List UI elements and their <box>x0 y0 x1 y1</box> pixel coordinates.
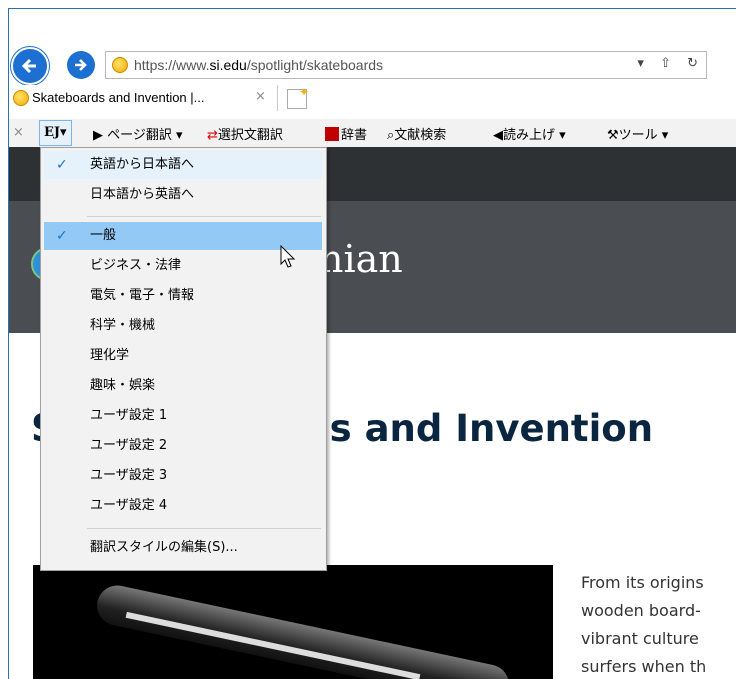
dictionary-button[interactable]: 辞書 <box>325 124 367 143</box>
read-aloud-button[interactable]: ◀読み上げ ▾ <box>493 124 566 143</box>
menu-separator <box>87 216 321 217</box>
address-bar[interactable]: https://www.si.edu/spotlight/skateboards… <box>105 51 707 79</box>
back-button[interactable] <box>11 47 49 85</box>
checkmark-icon: ✓ <box>56 157 68 173</box>
address-url[interactable]: https://www.si.edu/spotlight/skateboards <box>134 57 383 73</box>
address-tools[interactable]: ▾ ⇧ ↻ <box>637 56 704 71</box>
new-tab-icon: ✦ <box>298 85 309 99</box>
tools-label: ツール ▾ <box>618 128 669 143</box>
selection-translate-label: 選択文翻訳 <box>217 128 283 143</box>
dictionary-label: 辞書 <box>341 128 368 143</box>
tools-button[interactable]: ⚒ツール ▾ <box>607 124 668 143</box>
dictionary-icon <box>325 127 339 141</box>
page-translate-label: ▶ ページ翻訳 ▾ <box>93 128 183 143</box>
selection-translate-icon: ⇄ <box>207 128 218 143</box>
direction-dropdown-button[interactable]: EJ▾ <box>39 120 72 146</box>
menu-item-science-machinery[interactable]: 科学・機械 <box>44 312 322 340</box>
menu-item-label: 理化学 <box>90 348 130 363</box>
url-path: /spotlight/skateboards <box>246 57 384 73</box>
menu-item-label: 電気・電子・情報 <box>90 288 195 303</box>
menu-item-edit-style[interactable]: 翻訳スタイルの編集(S)... <box>44 534 322 562</box>
translation-direction-menu: ✓ 英語から日本語へ 日本語から英語へ ✓ 一般 ビジネス・法律 電気・電子・情報 … <box>40 147 327 571</box>
menu-item-label: ユーザ設定 3 <box>90 468 168 483</box>
toolbar-close-button[interactable]: × <box>13 125 24 140</box>
page-translate-button[interactable]: ▶ ページ翻訳 ▾ <box>93 124 183 143</box>
menu-item-label: 翻訳スタイルの編集(S)... <box>90 540 238 555</box>
browser-tab[interactable]: Skateboards and Invention |... × <box>9 85 278 111</box>
checkmark-icon: ✓ <box>56 228 68 244</box>
menu-item-label: 英語から日本語へ <box>90 157 195 172</box>
paragraph-line: vibrant culture <box>581 629 699 648</box>
document-search-button[interactable]: ⌕文献検索 <box>387 124 446 143</box>
translation-toolbar: × EJ▾ ▶ ページ翻訳 ▾ ⇄選択文翻訳 辞書 ⌕文献検索 ◀読み上げ ▾ … <box>9 119 736 148</box>
paragraph-line: surfers when th <box>581 657 707 676</box>
url-domain: si.edu <box>209 57 247 73</box>
arrow-left-icon <box>21 58 36 74</box>
menu-item-label: 一般 <box>90 228 117 243</box>
tab-favicon-icon <box>13 90 29 106</box>
menu-item-label: 日本語から英語へ <box>90 187 195 202</box>
forward-button[interactable] <box>67 51 95 79</box>
menu-item-label: ビジネス・法律 <box>90 258 182 273</box>
menu-item-user-setting-4[interactable]: ユーザ設定 4 <box>44 492 322 520</box>
paragraph-line: wooden board- <box>581 601 701 620</box>
new-tab-button[interactable]: ✦ <box>287 85 309 109</box>
intro-paragraph: From its origins wooden board- vibrant c… <box>581 569 736 679</box>
menu-item-user-setting-3[interactable]: ユーザ設定 3 <box>44 462 322 490</box>
arrow-right-icon <box>75 59 87 71</box>
menu-item-label: 趣味・娯楽 <box>90 378 156 393</box>
document-search-label: 文献検索 <box>394 128 447 143</box>
menu-item-electronics[interactable]: 電気・電子・情報 <box>44 282 322 310</box>
site-favicon-icon <box>112 57 128 73</box>
menu-item-ja-to-en[interactable]: 日本語から英語へ <box>44 181 322 209</box>
tab-title: Skateboards and Invention |... <box>32 90 205 105</box>
mouse-pointer-icon <box>280 245 296 268</box>
menu-separator <box>87 528 321 529</box>
read-aloud-label: 読み上げ ▾ <box>503 128 566 143</box>
menu-item-label: ユーザ設定 4 <box>90 498 168 513</box>
menu-item-hobby[interactable]: 趣味・娯楽 <box>44 372 322 400</box>
menu-item-user-setting-1[interactable]: ユーザ設定 1 <box>44 402 322 430</box>
selection-translate-button[interactable]: ⇄選択文翻訳 <box>207 124 283 143</box>
wrench-icon: ⚒ <box>607 128 619 143</box>
menu-item-en-to-ja[interactable]: ✓ 英語から日本語へ <box>44 151 322 179</box>
url-prefix: https://www. <box>134 57 210 73</box>
menu-item-label: 科学・機械 <box>90 318 156 333</box>
tab-close-button[interactable]: × <box>255 89 266 104</box>
speaker-icon: ◀ <box>493 128 503 143</box>
menu-item-physics-chemistry[interactable]: 理化学 <box>44 342 322 370</box>
site-brand-name[interactable]: nian <box>319 237 403 281</box>
menu-item-user-setting-2[interactable]: ユーザ設定 2 <box>44 432 322 460</box>
menu-item-label: ユーザ設定 2 <box>90 438 168 453</box>
skateboard-deck <box>93 581 513 679</box>
paragraph-line: From its origins <box>581 573 704 592</box>
page-title: ls and Invention <box>317 407 654 450</box>
menu-item-label: ユーザ設定 1 <box>90 408 168 423</box>
navigation-bar: https://www.si.edu/spotlight/skateboards… <box>9 9 736 85</box>
browser-window: https://www.si.edu/spotlight/skateboards… <box>8 8 736 679</box>
skateboard-image <box>33 565 553 679</box>
